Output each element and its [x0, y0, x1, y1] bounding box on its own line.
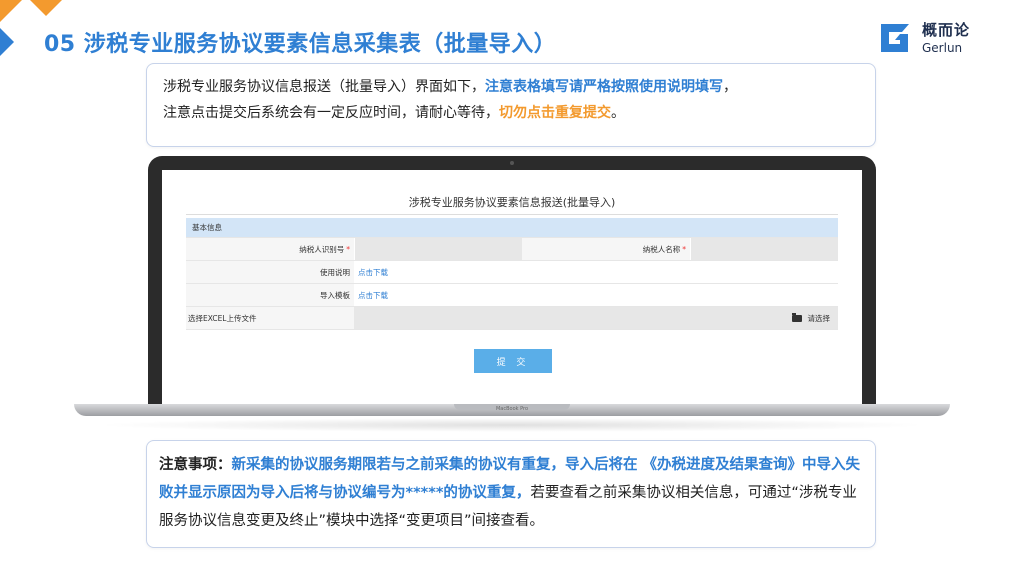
- form-title: 涉税专业服务协议要素信息报送(批量导入): [408, 196, 616, 209]
- laptop-mockup: 涉税专业服务协议要素信息报送(批量导入) 基本信息 纳税人识别号 * 纳税人名称 *: [74, 156, 950, 436]
- note-text: 。: [611, 105, 625, 121]
- usage-label: 使用说明: [186, 261, 354, 283]
- section-label: 基本信息: [192, 223, 222, 232]
- form-row-upload: 选择EXCEL上传文件 请选择: [186, 307, 838, 330]
- file-picker[interactable]: 请选择: [354, 307, 838, 329]
- form-row-template: 导入模板 点击下载: [186, 284, 838, 307]
- taxpayer-id-label-text: 纳税人识别号: [299, 244, 345, 254]
- corner-decoration-orange: [0, 0, 22, 22]
- logo-text-en: Gerlun: [922, 40, 963, 55]
- logo: 概而论 Gerlun: [878, 18, 1006, 58]
- laptop-shadow: [94, 418, 930, 432]
- slide: 05 涉税专业服务协议要素信息采集表（批量导入） 概而论 Gerlun 涉税专业…: [0, 0, 1024, 576]
- section-header: 基本信息: [186, 218, 838, 238]
- note-text: ，: [723, 79, 737, 95]
- taxpayer-name-label-text: 纳税人名称: [642, 244, 681, 254]
- file-picker-label: 请选择: [807, 313, 831, 323]
- taxpayer-name-label: 纳税人名称 *: [522, 238, 690, 260]
- upload-form: 基本信息 纳税人识别号 * 纳税人名称 * 使用说明 点击下载 导入模板 点击下…: [186, 218, 838, 330]
- corner-decoration-blue: [0, 28, 14, 56]
- camera-icon: [510, 161, 514, 165]
- folder-icon: [791, 312, 802, 322]
- slide-title: 05 涉税专业服务协议要素信息采集表（批量导入）: [44, 32, 557, 57]
- required-mark: *: [682, 244, 686, 254]
- taxpayer-name-input[interactable]: [690, 238, 838, 260]
- notice-prefix: 注意事项：: [159, 457, 232, 473]
- required-mark: *: [346, 244, 350, 254]
- laptop-screen: 涉税专业服务协议要素信息报送(批量导入) 基本信息 纳税人识别号 * 纳税人名称 *: [162, 170, 862, 404]
- form-row-taxpayer: 纳税人识别号 * 纳税人名称 *: [186, 238, 838, 261]
- notice-box: 注意事项：新采集的协议服务期限若与之前采集的协议有重复，导入后将在 《办税进度及…: [146, 440, 876, 548]
- divider: [186, 214, 838, 215]
- taxpayer-id-input[interactable]: [354, 238, 522, 260]
- corner-decoration-orange-2: [30, 0, 62, 16]
- template-download-link[interactable]: 点击下载: [358, 290, 388, 301]
- note-highlight-orange: 切勿点击重复提交: [499, 105, 611, 121]
- laptop-brand-label: MacBook Pro: [495, 406, 529, 412]
- logo-text-cn: 概而论: [922, 20, 971, 39]
- note-text: 注意点击提交后系统会有一定反应时间，请耐心等待，: [163, 105, 499, 121]
- upload-label: 选择EXCEL上传文件: [186, 307, 354, 329]
- submit-button[interactable]: 提 交: [474, 349, 552, 373]
- taxpayer-id-label: 纳税人识别号 *: [186, 238, 354, 260]
- form-row-usage: 使用说明 点击下载: [186, 261, 838, 284]
- note-text: 涉税专业服务协议信息报送（批量导入）界面如下，: [163, 79, 485, 95]
- template-label: 导入模板: [186, 284, 354, 306]
- instruction-note: 涉税专业服务协议信息报送（批量导入）界面如下，注意表格填写请严格按照使用说明填写…: [146, 63, 876, 147]
- note-highlight-blue: 注意表格填写请严格按照使用说明填写: [485, 79, 723, 95]
- laptop-screen-bezel: 涉税专业服务协议要素信息报送(批量导入) 基本信息 纳税人识别号 * 纳税人名称 *: [148, 156, 876, 404]
- logo-mark-icon: [878, 20, 914, 56]
- usage-download-link[interactable]: 点击下载: [358, 267, 388, 278]
